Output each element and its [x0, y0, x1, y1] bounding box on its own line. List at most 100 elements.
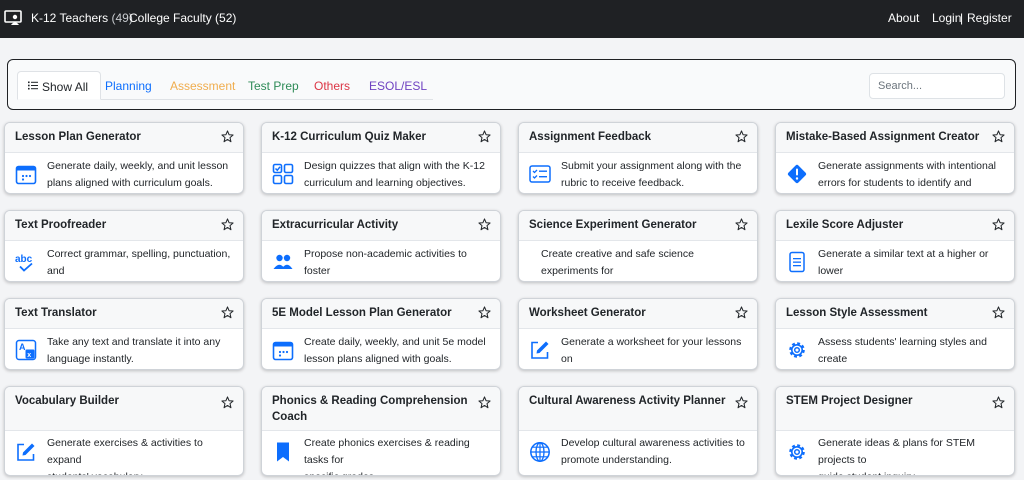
tab-show-all[interactable]: Show All [17, 71, 101, 100]
nav-login-link[interactable]: Login [932, 11, 961, 25]
tool-card-title: Lexile Score Adjuster [786, 217, 986, 233]
tool-card-description: Generate assignments with intentional err… [818, 158, 1008, 193]
tool-card-description-line: Generate daily, weekly, and unit lesson [47, 160, 229, 172]
favorite-star-icon[interactable] [478, 130, 491, 143]
tool-card-header: Worksheet Generator [519, 299, 757, 329]
tab-assessment[interactable]: Assessment [170, 79, 235, 93]
tool-card-title-line: Text Proofreader [15, 219, 107, 231]
tool-card[interactable]: Worksheet Generator Generate a worksheet … [518, 298, 758, 370]
tool-card[interactable]: Vocabulary Builder Generate exercises & a… [4, 386, 244, 476]
tool-card-description-line: Correct grammar, spelling, punctuation, … [47, 248, 231, 277]
tool-card-description-line: Develop cultural awareness activities to [561, 437, 745, 449]
favorite-star-icon[interactable] [992, 130, 1005, 143]
tab-test-prep[interactable]: Test Prep [248, 79, 299, 93]
tool-card-title: Text Proofreader [15, 217, 215, 233]
tab-esol-esl[interactable]: ESOL/ESL [369, 79, 427, 93]
favorite-star-icon[interactable] [735, 218, 748, 231]
tool-card-description: Create daily, weekly, and unit 5e model l… [304, 334, 494, 368]
tool-card[interactable]: Mistake-Based Assignment Creator Generate… [775, 122, 1015, 194]
tool-card[interactable]: Assignment Feedback Submit your assignmen… [518, 122, 758, 194]
tool-card-description: Develop cultural awareness activities to… [561, 435, 751, 469]
tool-card[interactable]: Lesson Plan Generator Generate daily, wee… [4, 122, 244, 194]
tool-card-header: K-12 Curriculum Quiz Maker [262, 123, 500, 153]
tool-card-title: Assignment Feedback [529, 129, 729, 145]
tool-card-title: Lesson Plan Generator [15, 129, 215, 145]
favorite-star-icon[interactable] [221, 130, 234, 143]
tool-card-header: Text Translator [5, 299, 243, 329]
svg-text:x: x [27, 352, 31, 359]
tool-card-header: Assignment Feedback [519, 123, 757, 153]
tool-card[interactable]: Extracurricular Activity Propose non-acad… [261, 210, 501, 282]
tool-card-title-line: K-12 Curriculum Quiz Maker [272, 131, 427, 143]
calendar-icon [272, 339, 294, 361]
tab-planning[interactable]: Planning [105, 79, 152, 93]
tool-card-description-line: Create phonics exercises & reading tasks… [304, 437, 470, 466]
tool-card-title: Extracurricular Activity [272, 217, 472, 233]
tool-card-description-line: Generate a worksheet for your lessons on [561, 336, 742, 365]
tool-card[interactable]: K-12 Curriculum Quiz Maker Design quizzes… [261, 122, 501, 194]
tool-card-description: Create creative and safe science experim… [541, 246, 731, 281]
tool-card-title-line: Text Translator [15, 307, 97, 319]
grid-checkbox-icon [272, 163, 294, 185]
favorite-star-icon[interactable] [735, 130, 748, 143]
tool-card[interactable]: Lesson Style Assessment Assess students' … [775, 298, 1015, 370]
tool-card[interactable]: Lexile Score Adjuster Generate a similar … [775, 210, 1015, 282]
tool-card-header: Extracurricular Activity [262, 211, 500, 241]
tab-show-all-label: Show All [42, 80, 89, 94]
teacher-board-icon[interactable] [4, 10, 22, 26]
search-input[interactable] [878, 75, 998, 97]
tool-card-header: Science Experiment Generator [519, 211, 757, 241]
tool-card[interactable]: Phonics & Reading Comprehension Coach Crea… [261, 386, 501, 476]
nav-about-link[interactable]: About [888, 11, 919, 25]
tool-card-title-line: STEM Project Designer [786, 395, 913, 407]
tool-card-header: Lexile Score Adjuster [776, 211, 1014, 241]
tool-card-title-line: Phonics & Reading Comprehension [272, 395, 468, 407]
nav-k12-teachers[interactable]: K-12 Teachers (49) [31, 11, 133, 25]
list-icon [28, 81, 38, 90]
favorite-star-icon[interactable] [992, 218, 1005, 231]
tool-card-description-line: errors for students to identify and corr… [818, 177, 972, 189]
tool-card-title-line: Vocabulary Builder [15, 395, 119, 407]
document-icon [786, 251, 808, 273]
favorite-star-icon[interactable] [221, 218, 234, 231]
tool-card-title-line: Mistake-Based Assignment Creator [786, 131, 980, 143]
tool-card[interactable]: Science Experiment Generator Create creat… [518, 210, 758, 282]
spellcheck-icon: abc [15, 251, 37, 273]
tool-card-title-line: Extracurricular Activity [272, 219, 399, 231]
tool-card-title: Worksheet Generator [529, 305, 729, 321]
nav-register-link[interactable]: Register [967, 11, 1012, 25]
bookmark-icon [272, 441, 294, 463]
tool-card[interactable]: Text Translator Ax Take any text and trans… [4, 298, 244, 370]
favorite-star-icon[interactable] [735, 396, 748, 409]
people-icon [272, 251, 294, 273]
tool-card[interactable]: 5E Model Lesson Plan Generator Create dai… [261, 298, 501, 370]
nav-college-faculty[interactable]: College Faculty (52) [129, 11, 236, 25]
tool-card[interactable]: Text Proofreader abc Correct grammar, spel… [4, 210, 244, 282]
tool-card-header: Lesson Plan Generator [5, 123, 243, 153]
tool-card-description-line: Generate a similar text at a higher or l… [818, 248, 989, 277]
favorite-star-icon[interactable] [478, 396, 491, 409]
favorite-star-icon[interactable] [221, 396, 234, 409]
tool-card[interactable]: Cultural Awareness Activity Planner Devel… [518, 386, 758, 476]
tool-card-header: Cultural Awareness Activity Planner [519, 387, 757, 431]
tool-card-description-line: Assess students' learning styles and cre… [818, 336, 987, 365]
tool-card-description: Generate daily, weekly, and unit lesson p… [47, 158, 237, 192]
favorite-star-icon[interactable] [992, 396, 1005, 409]
tab-others[interactable]: Others [314, 79, 350, 93]
favorite-star-icon[interactable] [478, 306, 491, 319]
filter-bar: Show All Planning Assessment Test Prep O… [7, 59, 1016, 110]
tool-card-title: Mistake-Based Assignment Creator [786, 129, 986, 145]
calendar-icon [15, 163, 37, 185]
favorite-star-icon[interactable] [221, 306, 234, 319]
tool-card-description-line: Create creative and safe science experim… [541, 248, 694, 277]
tool-card[interactable]: STEM Project Designer Generate ideas & pl… [775, 386, 1015, 476]
favorite-star-icon[interactable] [735, 306, 748, 319]
tool-card-description-line: Take any text and translate it into any [47, 336, 221, 348]
favorite-star-icon[interactable] [478, 218, 491, 231]
gear-icon [786, 339, 808, 361]
tool-card-description-line: specific grades. [304, 471, 377, 475]
tool-card-title: Lesson Style Assessment [786, 305, 986, 321]
favorite-star-icon[interactable] [992, 306, 1005, 319]
tool-card-description: Create phonics exercises & reading tasks… [304, 435, 494, 475]
nav-separator: | [960, 11, 964, 25]
